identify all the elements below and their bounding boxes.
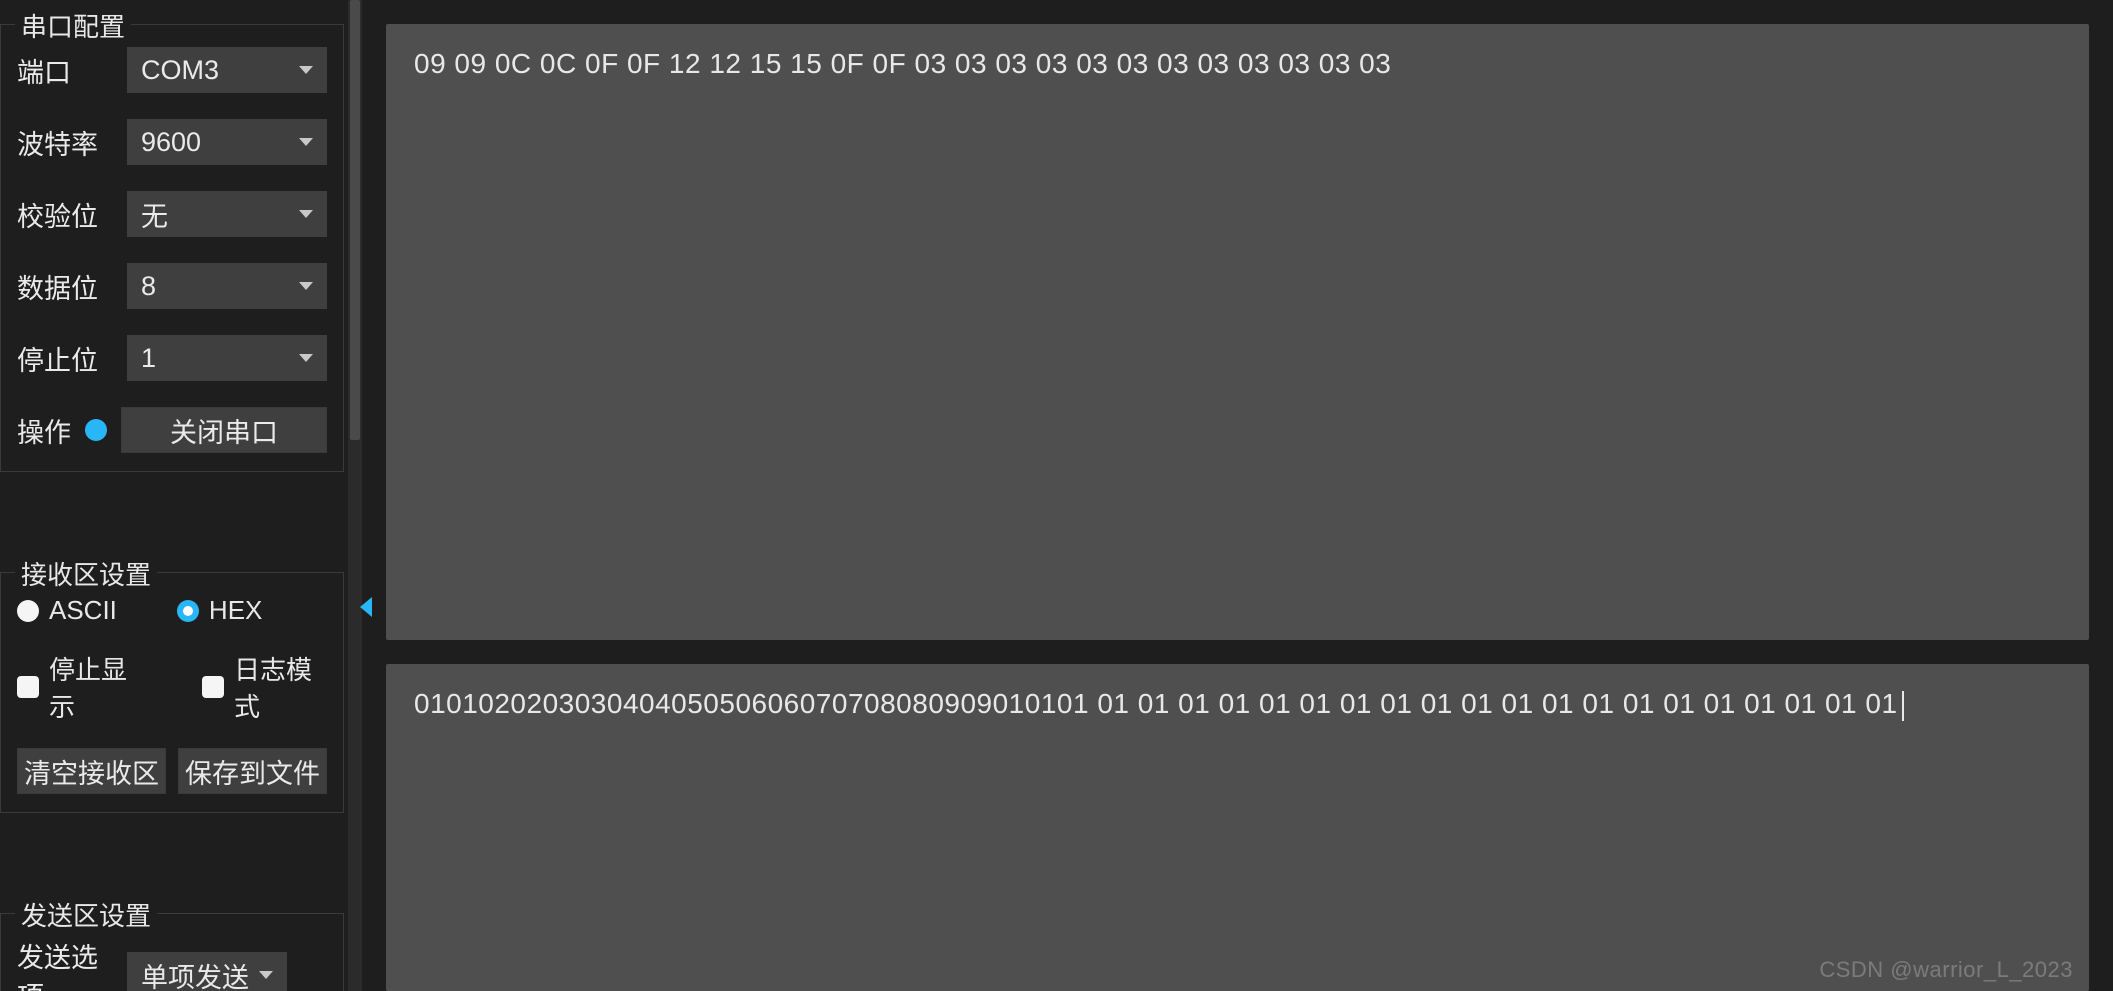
chevron-down-icon [299, 210, 313, 218]
databits-value: 8 [141, 271, 156, 302]
radio-hex-label: HEX [209, 595, 262, 626]
app-root: 串口配置 端口 COM3 波特率 9600 校验位 无 [0, 0, 2113, 991]
row-stopbits: 停止位 1 [17, 335, 327, 381]
receive-options-row: 停止显示 日志模式 [17, 650, 327, 724]
check-stop-display[interactable]: 停止显示 [17, 650, 142, 724]
radio-icon [17, 600, 39, 622]
group-send-settings: 发送区设置 发送选项 单项发送 [0, 913, 344, 991]
parity-select[interactable]: 无 [127, 191, 327, 237]
chevron-down-icon [259, 971, 273, 979]
send-option-select[interactable]: 单项发送 [127, 952, 287, 991]
row-port: 端口 COM3 [17, 47, 327, 93]
row-action: 操作 关闭串口 [17, 407, 327, 453]
row-parity: 校验位 无 [17, 191, 327, 237]
chevron-down-icon [299, 354, 313, 362]
chevron-down-icon [299, 282, 313, 290]
row-databits: 数据位 8 [17, 263, 327, 309]
receive-text: 09 09 0C 0C 0F 0F 12 12 15 15 0F 0F 03 0… [414, 48, 1391, 79]
group-serial-config: 串口配置 端口 COM3 波特率 9600 校验位 无 [0, 24, 344, 472]
databits-select[interactable]: 8 [127, 263, 327, 309]
receive-pane[interactable]: 09 09 0C 0C 0F 0F 12 12 15 15 0F 0F 03 0… [386, 24, 2089, 640]
send-settings-title: 发送区设置 [15, 896, 157, 933]
port-label: 端口 [17, 51, 113, 90]
text-cursor-icon [1902, 691, 1904, 721]
stop-display-label: 停止显示 [49, 650, 142, 724]
parity-label: 校验位 [17, 195, 113, 234]
transmit-pane[interactable]: 0101020203030404050506060707080809090101… [386, 664, 2089, 991]
transmit-text: 0101020203030404050506060707080809090101… [414, 688, 1898, 719]
row-baud: 波特率 9600 [17, 119, 327, 165]
sidebar-scrollbar-thumb[interactable] [350, 0, 360, 440]
baud-select[interactable]: 9600 [127, 119, 327, 165]
clear-receive-button[interactable]: 清空接收区 [17, 748, 166, 794]
parity-value: 无 [141, 195, 168, 234]
chevron-down-icon [299, 138, 313, 146]
radio-ascii[interactable]: ASCII [17, 595, 117, 626]
action-label: 操作 [17, 411, 71, 450]
checkbox-icon [17, 676, 39, 698]
send-option-label: 发送选项 [17, 936, 113, 991]
receive-settings-title: 接收区设置 [15, 555, 157, 592]
close-port-button[interactable]: 关闭串口 [121, 407, 327, 453]
save-to-file-button[interactable]: 保存到文件 [178, 748, 327, 794]
stopbits-select[interactable]: 1 [127, 335, 327, 381]
stopbits-value: 1 [141, 343, 156, 374]
databits-label: 数据位 [17, 267, 113, 306]
baud-label: 波特率 [17, 123, 113, 162]
serial-config-title: 串口配置 [15, 7, 131, 44]
radio-ascii-label: ASCII [49, 595, 117, 626]
port-value: COM3 [141, 55, 219, 86]
connection-status-icon [85, 419, 107, 441]
receive-button-row: 清空接收区 保存到文件 [17, 748, 327, 794]
main-area: 09 09 0C 0C 0F 0F 12 12 15 15 0F 0F 03 0… [362, 0, 2113, 991]
chevron-down-icon [299, 66, 313, 74]
group-receive-settings: 接收区设置 ASCII HEX 停止显示 日志模式 [0, 572, 344, 813]
encoding-radio-group: ASCII HEX [17, 595, 327, 626]
stopbits-label: 停止位 [17, 339, 113, 378]
checkbox-icon [202, 676, 224, 698]
log-mode-label: 日志模式 [234, 650, 327, 724]
sidebar-scrollbar-track[interactable] [348, 0, 362, 991]
baud-value: 9600 [141, 127, 201, 158]
row-send-option: 发送选项 单项发送 [17, 936, 327, 991]
check-log-mode[interactable]: 日志模式 [202, 650, 327, 724]
sidebar: 串口配置 端口 COM3 波特率 9600 校验位 无 [0, 0, 362, 991]
radio-hex[interactable]: HEX [177, 595, 262, 626]
sidebar-collapse-handle[interactable] [358, 592, 374, 622]
port-select[interactable]: COM3 [127, 47, 327, 93]
radio-icon [177, 600, 199, 622]
watermark: CSDN @warrior_L_2023 [1819, 957, 2073, 983]
send-option-value: 单项发送 [141, 956, 249, 991]
